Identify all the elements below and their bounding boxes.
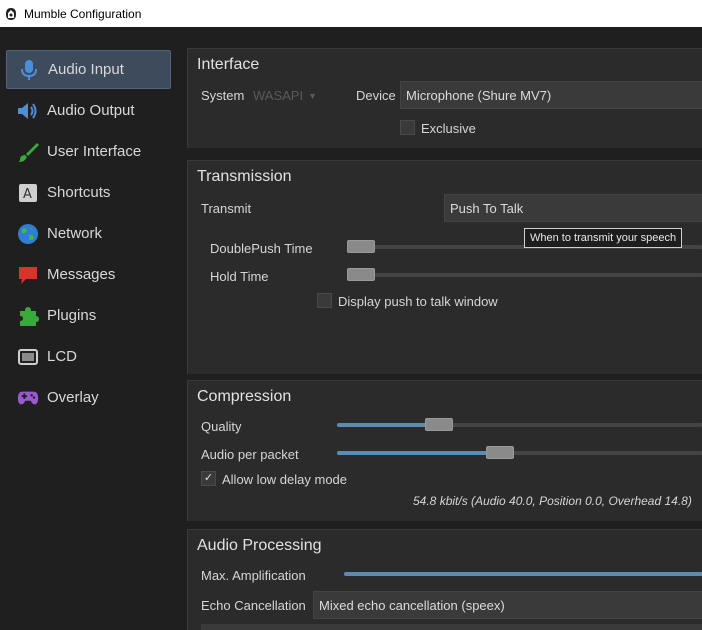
hold-time-label: Hold Time	[210, 269, 269, 284]
sidebar-item-label: Shortcuts	[47, 184, 111, 201]
sidebar-item-network[interactable]: Network	[6, 214, 171, 253]
sidebar-item-audio-output[interactable]: Audio Output	[6, 91, 171, 130]
audio-per-packet-slider-fill	[337, 451, 500, 455]
checkmark-icon: ✓	[203, 472, 214, 484]
max-amplification-label: Max. Amplification	[201, 568, 306, 583]
echo-cancellation-value: Mixed echo cancellation (speex)	[319, 597, 505, 613]
transmit-label: Transmit	[201, 201, 252, 216]
sidebar-item-messages[interactable]: Messages	[6, 255, 171, 294]
low-delay-checkbox[interactable]: ✓	[201, 471, 216, 486]
system-label: System	[201, 88, 245, 103]
audio-per-packet-slider-handle[interactable]	[485, 446, 514, 459]
keyboard-key-icon: A	[17, 182, 39, 204]
lcd-display-icon	[17, 346, 39, 368]
interface-group: Interface System WASAPI ▼ Device Microph…	[187, 48, 702, 148]
audio-per-packet-label: Audio per packet	[201, 447, 299, 462]
audio-per-packet-slider-track[interactable]	[337, 451, 702, 455]
transmission-group: Transmission Transmit Push To Talk Doubl…	[187, 160, 702, 374]
globe-icon	[17, 223, 39, 245]
gamepad-icon	[17, 387, 39, 409]
sidebar-item-user-interface[interactable]: User Interface	[6, 132, 171, 171]
speaker-icon	[17, 100, 39, 122]
sidebar-item-overlay[interactable]: Overlay	[6, 378, 171, 417]
max-amplification-slider-fill	[344, 572, 702, 576]
group-title: Compression	[197, 388, 292, 405]
sidebar-item-label: User Interface	[47, 143, 142, 160]
quality-label: Quality	[201, 419, 242, 434]
echo-cancellation-select[interactable]: Mixed echo cancellation (speex)	[313, 591, 702, 619]
sidebar-item-label: Overlay	[47, 389, 99, 406]
mumble-icon	[3, 6, 19, 22]
group-title: Transmission	[197, 168, 292, 185]
transmit-tooltip: When to transmit your speech	[524, 228, 683, 248]
device-select[interactable]: Microphone (Shure MV7)	[400, 81, 702, 109]
audio-processing-group: Audio Processing Max. Amplification Echo…	[187, 529, 702, 630]
quality-slider-track[interactable]	[337, 423, 702, 427]
sidebar-item-plugins[interactable]: Plugins	[6, 296, 171, 335]
microphone-icon	[18, 59, 40, 81]
quality-slider-fill	[337, 423, 439, 427]
sidebar-item-shortcuts[interactable]: A Shortcuts	[6, 173, 171, 212]
device-label: Device	[356, 88, 396, 103]
brush-icon	[17, 141, 39, 163]
svg-text:A: A	[23, 187, 32, 202]
sidebar-item-audio-input[interactable]: Audio Input	[6, 50, 171, 89]
next-control-partial	[201, 624, 702, 630]
sidebar-item-label: LCD	[47, 348, 78, 365]
doublepush-slider-handle[interactable]	[347, 240, 375, 253]
system-value: WASAPI	[253, 88, 304, 103]
display-ptt-checkbox[interactable]	[317, 293, 332, 308]
transmit-select[interactable]: Push To Talk	[444, 194, 702, 222]
window-title: Mumble Configuration	[24, 6, 142, 21]
transmit-value: Push To Talk	[450, 200, 524, 216]
exclusive-checkbox[interactable]	[400, 120, 415, 135]
display-ptt-label: Display push to talk window	[338, 294, 498, 309]
quality-slider-handle[interactable]	[424, 418, 453, 431]
system-select[interactable]: WASAPI ▼	[247, 82, 317, 109]
sidebar-item-label: Audio Input	[48, 61, 124, 78]
hold-time-slider-track[interactable]	[347, 273, 702, 277]
sidebar-item-label: Plugins	[47, 307, 97, 324]
hold-time-slider-handle[interactable]	[347, 268, 375, 281]
group-title: Audio Processing	[197, 537, 322, 554]
chevron-down-icon: ▼	[308, 90, 317, 101]
sidebar: Audio Input Audio Output User Interface …	[0, 27, 178, 630]
puzzle-icon	[17, 305, 39, 327]
sidebar-item-label: Network	[47, 225, 103, 242]
low-delay-label: Allow low delay mode	[222, 472, 348, 487]
sidebar-item-label: Messages	[47, 266, 116, 283]
exclusive-label: Exclusive	[421, 121, 476, 136]
sidebar-item-lcd[interactable]: LCD	[6, 337, 171, 376]
echo-cancellation-label: Echo Cancellation	[201, 598, 306, 613]
group-title: Interface	[197, 56, 260, 73]
title-bar: Mumble Configuration	[0, 0, 702, 27]
bitrate-readout: 54.8 kbit/s (Audio 40.0, Position 0.0, O…	[413, 494, 692, 508]
sidebar-item-label: Audio Output	[47, 102, 135, 119]
speech-bubble-icon	[17, 264, 39, 286]
doublepush-label: DoublePush Time	[210, 241, 313, 256]
device-value: Microphone (Shure MV7)	[406, 87, 552, 103]
max-amplification-slider-track[interactable]	[344, 572, 702, 576]
